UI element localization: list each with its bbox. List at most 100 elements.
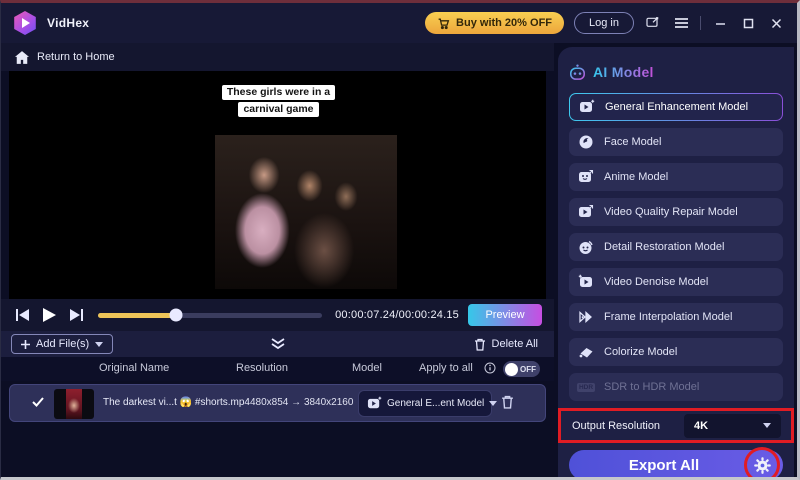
delete-all-label: Delete All — [492, 338, 538, 350]
model-item-frame-interpolation[interactable]: Frame Interpolation Model — [569, 303, 783, 331]
face-model-icon — [578, 134, 594, 150]
model-item-label: Colorize Model — [604, 346, 677, 358]
file-table-header: Original Name Resolution Model Apply to … — [1, 357, 554, 381]
info-icon[interactable] — [484, 362, 496, 374]
collapse-panel-icon[interactable] — [270, 338, 286, 350]
video-caption-line1: These girls were in a — [222, 85, 335, 100]
main-pane: Return to Home These girls were in a car… — [1, 43, 554, 480]
close-icon[interactable] — [767, 14, 785, 32]
home-icon — [15, 51, 29, 64]
model-item-face[interactable]: Face Model — [569, 128, 783, 156]
general-enhancement-model-icon — [579, 99, 595, 115]
model-item-video-quality-repair[interactable]: Video Quality Repair Model — [569, 198, 783, 226]
feedback-icon[interactable] — [644, 14, 662, 32]
player-progress-fill — [98, 313, 176, 318]
player-progress-bar[interactable] — [98, 313, 322, 318]
model-item-label: Video Denoise Model — [604, 276, 708, 288]
model-item-anime[interactable]: Anime Model — [569, 163, 783, 191]
row-model-select[interactable]: General E...ent Model — [358, 390, 492, 417]
model-item-sdr-to-hdr[interactable]: HDR SDR to HDR Model — [569, 373, 783, 401]
minimize-icon[interactable] — [711, 14, 729, 32]
toggle-knob — [505, 363, 518, 376]
model-item-label: Video Quality Repair Model — [604, 206, 738, 218]
row-selected-check-icon[interactable] — [32, 397, 44, 407]
cart-icon — [437, 17, 450, 30]
settings-gear-icon[interactable] — [753, 456, 772, 475]
row-model-label: General E...ent Model — [387, 398, 484, 409]
player-time: 00:00:07.24/00:00:24.15 — [335, 309, 459, 321]
toggle-state-label: OFF — [520, 365, 536, 374]
frame-interpolation-model-icon — [578, 309, 594, 325]
hdr-badge-label: HDR — [577, 383, 595, 392]
add-files-label: Add File(s) — [36, 338, 89, 350]
model-item-colorize[interactable]: Colorize Model — [569, 338, 783, 366]
file-row[interactable]: The darkest vi...t 😱 #shorts.mp4 480x854… — [9, 384, 546, 422]
buy-button[interactable]: Buy with 20% OFF — [425, 12, 564, 34]
titlebar: VidHex Buy with 20% OFF Log in — [1, 3, 797, 43]
previous-frame-icon[interactable] — [13, 306, 31, 324]
return-home-button[interactable]: Return to Home — [1, 43, 554, 71]
column-resolution: Resolution — [236, 362, 288, 374]
file-resolution: 480x854 → 3840x2160 — [250, 397, 353, 408]
row-delete-icon[interactable] — [501, 395, 514, 409]
resolution-arrow: → — [291, 397, 301, 408]
next-frame-icon[interactable] — [67, 306, 85, 324]
output-resolution-label: Output Resolution — [572, 420, 660, 432]
plus-icon — [21, 340, 30, 349]
video-preview-area[interactable]: These girls were in a carnival game — [9, 71, 546, 299]
video-caption-line2: carnival game — [238, 102, 318, 117]
output-resolution-value: 4K — [694, 420, 708, 432]
colorize-model-icon — [578, 344, 594, 360]
file-thumbnail — [54, 389, 94, 419]
file-toolbar: Add File(s) Delete All — [1, 331, 554, 357]
app-window: VidHex Buy with 20% OFF Log in — [0, 0, 800, 480]
model-item-general-enhancement[interactable]: General Enhancement Model — [569, 93, 783, 121]
video-quality-repair-model-icon — [578, 204, 594, 220]
sdr-to-hdr-model-icon: HDR — [578, 379, 594, 395]
apply-to-all-toggle[interactable]: OFF — [503, 361, 540, 377]
video-frame — [215, 135, 397, 289]
video-denoise-model-icon — [578, 274, 594, 290]
model-item-detail-restoration[interactable]: Detail Restoration Model — [569, 233, 783, 261]
apply-to-all-label: Apply to all — [419, 362, 473, 374]
robot-icon — [569, 64, 586, 80]
model-item-label: SDR to HDR Model — [604, 381, 699, 393]
app-logo-icon — [13, 11, 37, 35]
row-model-caret-icon — [489, 401, 497, 406]
add-files-button[interactable]: Add File(s) — [11, 334, 113, 354]
model-item-label: Detail Restoration Model — [604, 241, 724, 253]
login-button[interactable]: Log in — [574, 12, 634, 34]
output-resolution-caret-icon — [763, 423, 771, 428]
enhancement-model-icon — [366, 396, 382, 412]
column-model: Model — [352, 362, 382, 374]
maximize-icon[interactable] — [739, 14, 757, 32]
column-original-name: Original Name — [99, 362, 169, 374]
model-item-label: Frame Interpolation Model — [604, 311, 732, 323]
ai-model-sidebar: AI Model General Enhancement Model Face … — [558, 47, 794, 480]
trash-icon — [474, 338, 486, 351]
titlebar-divider — [700, 16, 701, 30]
detail-restoration-model-icon — [578, 239, 594, 255]
video-caption: These girls were in a carnival game — [191, 83, 366, 117]
anime-model-icon — [578, 169, 594, 185]
sidebar-title: AI Model — [593, 64, 654, 80]
player-controls: 00:00:07.24/00:00:24.15 Preview — [1, 299, 554, 331]
annotation-output-resolution-box: Output Resolution 4K — [558, 408, 794, 443]
add-files-caret-icon — [95, 342, 103, 347]
file-name: The darkest vi...t 😱 #shorts.mp4 — [103, 397, 250, 408]
app-title: VidHex — [47, 16, 89, 30]
delete-all-button[interactable]: Delete All — [468, 337, 544, 352]
output-resolution-select[interactable]: 4K — [684, 414, 781, 438]
model-item-video-denoise[interactable]: Video Denoise Model — [569, 268, 783, 296]
model-item-label: Face Model — [604, 136, 661, 148]
buy-button-label: Buy with 20% OFF — [456, 17, 552, 29]
menu-icon[interactable] — [672, 14, 690, 32]
sidebar-header: AI Model — [569, 61, 783, 83]
model-item-label: Anime Model — [604, 171, 668, 183]
return-home-label: Return to Home — [37, 51, 115, 63]
export-all-button[interactable]: Export All — [569, 450, 783, 480]
export-area: Export All — [569, 450, 783, 480]
player-progress-thumb[interactable] — [170, 309, 183, 322]
preview-button[interactable]: Preview — [468, 304, 542, 326]
play-icon[interactable] — [40, 306, 58, 324]
